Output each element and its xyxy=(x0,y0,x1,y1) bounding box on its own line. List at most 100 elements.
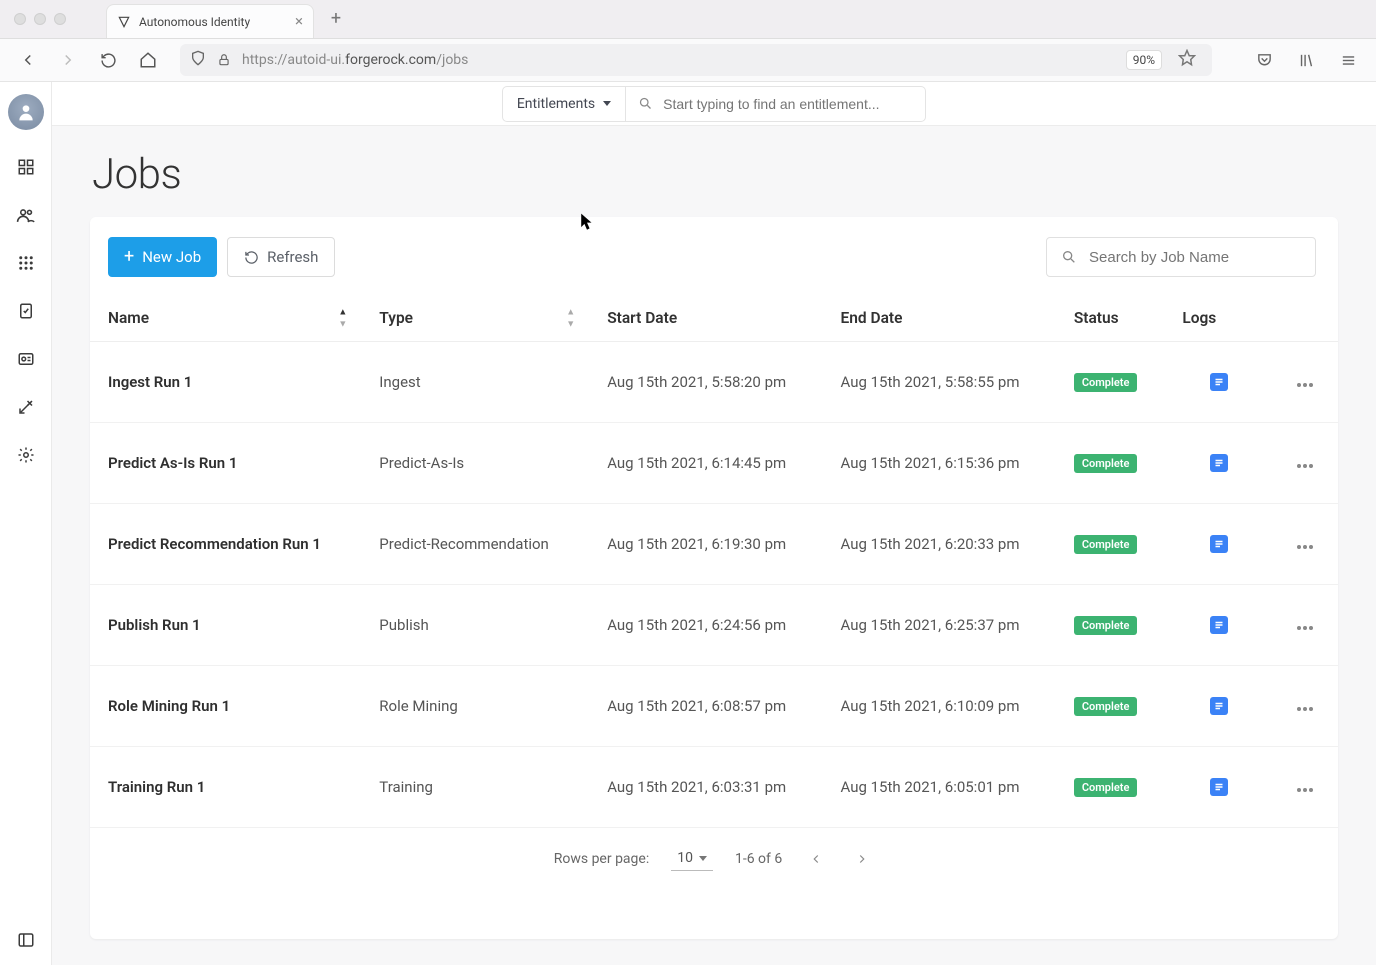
tasks-icon[interactable] xyxy=(15,300,37,322)
apps-grid-icon[interactable] xyxy=(15,252,37,274)
users-icon[interactable] xyxy=(15,204,37,226)
bookmark-star-icon[interactable] xyxy=(1178,49,1196,71)
sort-icon: ▲▼ xyxy=(338,307,347,330)
logs-button[interactable] xyxy=(1210,616,1228,634)
cell-start: Aug 15th 2021, 6:14:45 pm xyxy=(589,423,822,504)
jobs-card: + New Job Refresh Name ▲▼ xyxy=(90,217,1338,939)
column-header-logs: Logs xyxy=(1164,295,1273,342)
cell-actions xyxy=(1273,666,1338,747)
status-badge: Complete xyxy=(1074,373,1138,392)
browser-tab[interactable]: Autonomous Identity × xyxy=(106,4,314,38)
rules-icon[interactable] xyxy=(15,396,37,418)
entitlement-search-input[interactable] xyxy=(663,96,913,112)
column-header-end[interactable]: End Date xyxy=(823,295,1056,342)
row-actions-button[interactable] xyxy=(1297,707,1313,711)
new-tab-button[interactable]: + xyxy=(324,6,348,30)
entitlement-search[interactable] xyxy=(626,86,926,122)
column-header-start[interactable]: Start Date xyxy=(589,295,822,342)
cell-logs xyxy=(1164,747,1273,828)
cell-type: Ingest xyxy=(361,342,589,423)
cell-type: Predict-As-Is xyxy=(361,423,589,504)
table-row: Role Mining Run 1 Role Mining Aug 15th 2… xyxy=(90,666,1338,747)
refresh-button[interactable]: Refresh xyxy=(227,237,335,277)
app-menu-icon[interactable] xyxy=(1332,44,1364,76)
logs-button[interactable] xyxy=(1210,535,1228,553)
status-badge: Complete xyxy=(1074,697,1138,716)
library-icon[interactable] xyxy=(1290,44,1322,76)
traffic-lights xyxy=(14,13,66,25)
card-toolbar: + New Job Refresh xyxy=(90,217,1338,295)
logs-button[interactable] xyxy=(1210,373,1228,391)
cell-name: Publish Run 1 xyxy=(90,585,361,666)
minimize-window-button[interactable] xyxy=(34,13,46,25)
sort-icon: ▲▼ xyxy=(566,307,575,330)
new-job-button[interactable]: + New Job xyxy=(108,237,217,277)
right-browser-toolbar xyxy=(1228,44,1364,76)
cell-start: Aug 15th 2021, 6:19:30 pm xyxy=(589,504,822,585)
cell-name: Predict Recommendation Run 1 xyxy=(90,504,361,585)
entitlements-label: Entitlements xyxy=(517,96,595,112)
back-button[interactable] xyxy=(12,44,44,76)
status-badge: Complete xyxy=(1074,454,1138,473)
row-actions-button[interactable] xyxy=(1297,464,1313,468)
home-button[interactable] xyxy=(132,44,164,76)
cell-status: Complete xyxy=(1056,504,1165,585)
zoom-indicator[interactable]: 90% xyxy=(1126,50,1162,70)
cell-name: Role Mining Run 1 xyxy=(90,666,361,747)
logs-button[interactable] xyxy=(1210,697,1228,715)
chevron-down-icon xyxy=(699,856,707,861)
browser-toolbar: https://autoid-ui.forgerock.com/jobs 90% xyxy=(0,39,1376,82)
table-row: Publish Run 1 Publish Aug 15th 2021, 6:2… xyxy=(90,585,1338,666)
lock-icon xyxy=(216,52,232,68)
entitlements-dropdown[interactable]: Entitlements xyxy=(502,86,626,122)
rows-per-page-select[interactable]: 10 xyxy=(671,846,713,871)
plus-icon: + xyxy=(124,248,134,266)
tab-favicon-icon xyxy=(117,15,131,29)
app-area: Entitlements Jobs + New Job Refresh xyxy=(0,82,1376,965)
close-window-button[interactable] xyxy=(14,13,26,25)
pocket-icon[interactable] xyxy=(1248,44,1280,76)
close-tab-button[interactable]: × xyxy=(295,14,303,29)
prev-page-button[interactable] xyxy=(804,847,828,871)
pagination: Rows per page: 10 1-6 of 6 xyxy=(90,828,1338,889)
search-jobs[interactable] xyxy=(1046,237,1316,277)
column-header-type[interactable]: Type ▲▼ xyxy=(361,295,589,342)
reload-button[interactable] xyxy=(92,44,124,76)
sidebar xyxy=(0,82,52,965)
tab-title: Autonomous Identity xyxy=(139,15,250,29)
url-bar[interactable]: https://autoid-ui.forgerock.com/jobs 90% xyxy=(180,44,1212,76)
logs-button[interactable] xyxy=(1210,454,1228,472)
cell-actions xyxy=(1273,423,1338,504)
row-actions-button[interactable] xyxy=(1297,788,1313,792)
cell-end: Aug 15th 2021, 5:58:55 pm xyxy=(823,342,1056,423)
logs-button[interactable] xyxy=(1210,778,1228,796)
forward-button[interactable] xyxy=(52,44,84,76)
search-jobs-input[interactable] xyxy=(1089,249,1301,266)
page-title: Jobs xyxy=(52,126,1376,217)
rows-per-page-label: Rows per page: xyxy=(554,851,649,867)
cell-status: Complete xyxy=(1056,342,1165,423)
column-header-status: Status xyxy=(1056,295,1165,342)
cell-type: Publish xyxy=(361,585,589,666)
certify-icon[interactable] xyxy=(15,348,37,370)
cell-status: Complete xyxy=(1056,423,1165,504)
row-actions-button[interactable] xyxy=(1297,626,1313,630)
table-row: Predict Recommendation Run 1 Predict-Rec… xyxy=(90,504,1338,585)
url-text: https://autoid-ui.forgerock.com/jobs xyxy=(242,52,1116,68)
row-actions-button[interactable] xyxy=(1297,383,1313,387)
collapse-sidebar-icon[interactable] xyxy=(15,929,37,951)
settings-icon[interactable] xyxy=(15,444,37,466)
row-actions-button[interactable] xyxy=(1297,545,1313,549)
cell-start: Aug 15th 2021, 6:08:57 pm xyxy=(589,666,822,747)
entitlement-header: Entitlements xyxy=(52,82,1376,126)
next-page-button[interactable] xyxy=(850,847,874,871)
user-avatar[interactable] xyxy=(8,94,44,130)
cell-start: Aug 15th 2021, 6:24:56 pm xyxy=(589,585,822,666)
column-header-name[interactable]: Name ▲▼ xyxy=(90,295,361,342)
cell-actions xyxy=(1273,747,1338,828)
column-header-actions xyxy=(1273,295,1338,342)
dashboard-icon[interactable] xyxy=(15,156,37,178)
shield-icon xyxy=(190,50,206,70)
cell-logs xyxy=(1164,342,1273,423)
maximize-window-button[interactable] xyxy=(54,13,66,25)
